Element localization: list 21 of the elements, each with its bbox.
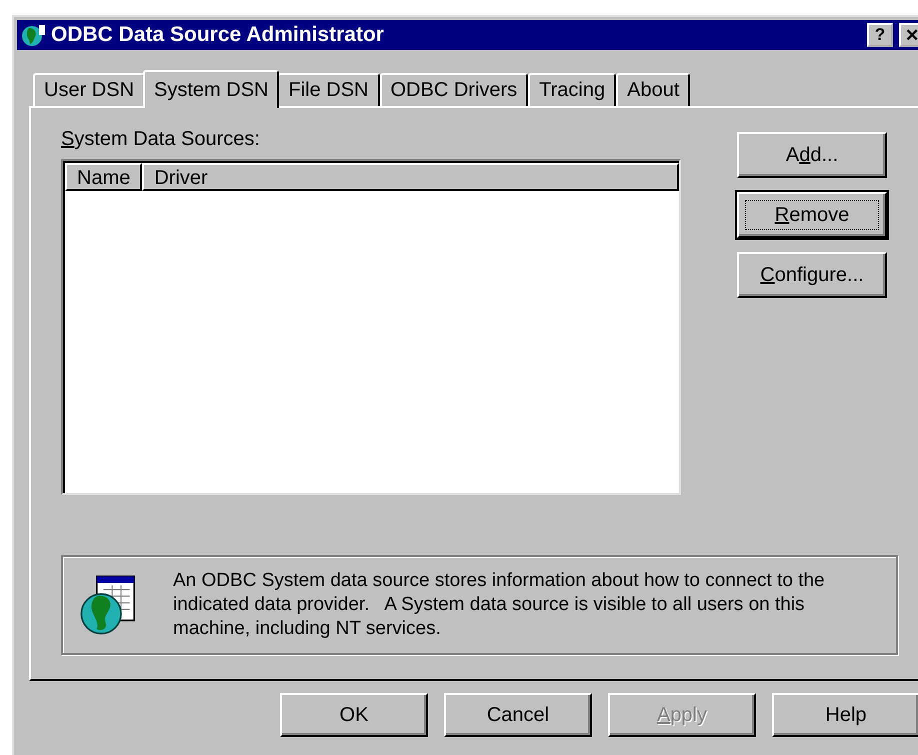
tab[interactable]: About [616,73,690,106]
tab[interactable]: User DSN [33,73,146,106]
help-button[interactable]: ? [867,23,893,47]
tab[interactable]: Tracing [528,73,616,106]
window-title: ODBC Data Source Administrator [51,23,385,47]
close-button[interactable]: ✕ [899,23,918,47]
globe-icon [21,23,47,47]
dialog-button[interactable]: OK [280,693,428,737]
tab[interactable]: ODBC Drivers [380,73,528,106]
data-source-list[interactable]: Name Driver [61,159,681,495]
list-label: System Data Sources: [61,128,261,151]
column-header[interactable]: Name [65,163,142,191]
tab[interactable]: System DSN [143,70,280,108]
column-header[interactable]: Driver [142,163,679,191]
tab[interactable]: File DSN [277,73,380,106]
dialog-button[interactable]: Cancel [444,693,592,737]
action-button[interactable]: Add... [737,132,887,178]
info-text: An ODBC System data source stores information about how to connect to the indicated data provider. A System data source is visible to all users on this machine, including NT services. [173,569,826,641]
action-button[interactable]: Configure... [737,252,887,298]
dialog-button[interactable]: Help [772,693,918,737]
action-button[interactable]: Remove [737,192,887,238]
